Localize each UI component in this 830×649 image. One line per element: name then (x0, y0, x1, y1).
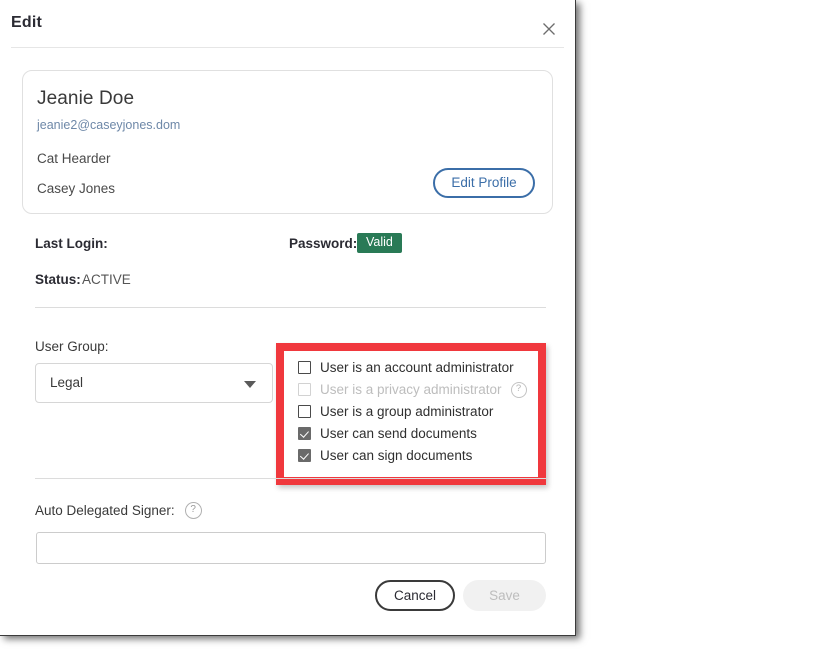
user-group-label: User Group: (35, 339, 109, 354)
password-label: Password: (289, 236, 358, 251)
auto-delegated-signer-input[interactable] (36, 532, 546, 564)
checkbox-group-administrator[interactable] (298, 405, 311, 418)
list-item-label: User is a privacy administrator (320, 382, 502, 397)
list-item: User is a privacy administrator ? (298, 379, 534, 400)
edit-user-dialog: Edit Jeanie Doe jeanie2@caseyjones.dom C… (0, 0, 576, 636)
status-value: ACTIVE (82, 272, 131, 287)
cancel-button[interactable]: Cancel (375, 580, 455, 611)
save-button: Save (463, 580, 546, 611)
auto-delegated-signer-row: Auto Delegated Signer: ? (35, 502, 202, 519)
list-item-label: User is a group administrator (320, 404, 494, 419)
list-item-label: User is an account administrator (320, 360, 514, 375)
page-title: Edit (11, 14, 43, 31)
profile-card: Jeanie Doe jeanie2@caseyjones.dom Cat He… (22, 70, 553, 214)
profile-name: Jeanie Doe (37, 88, 135, 109)
edit-profile-button[interactable]: Edit Profile (433, 168, 535, 198)
list-item[interactable]: User is a group administrator (298, 401, 534, 422)
list-item[interactable]: User can send documents (298, 423, 534, 444)
status-label: Status: (35, 272, 81, 287)
list-item[interactable]: User is an account administrator (298, 357, 534, 378)
profile-company: Casey Jones (37, 181, 116, 196)
permissions-list: User is an account administrator User is… (298, 357, 534, 467)
section-divider-bottom (35, 478, 546, 479)
close-icon[interactable] (539, 19, 559, 39)
help-circle-icon[interactable]: ? (510, 381, 527, 398)
profile-role: Cat Hearder (37, 151, 111, 166)
header-divider (11, 47, 564, 48)
help-circle-icon[interactable]: ? (184, 502, 202, 519)
profile-email-link[interactable]: jeanie2@caseyjones.dom (37, 118, 180, 132)
checkbox-can-send-documents[interactable] (298, 427, 311, 440)
dialog-header: Edit (0, 0, 575, 48)
checkbox-account-administrator[interactable] (298, 361, 311, 374)
chevron-down-icon (244, 381, 256, 388)
checkbox-privacy-administrator (298, 383, 311, 396)
checkbox-can-sign-documents[interactable] (298, 449, 311, 462)
list-item[interactable]: User can sign documents (298, 445, 534, 466)
list-item-label: User can send documents (320, 426, 477, 441)
permissions-highlight-box: User is an account administrator User is… (276, 343, 546, 485)
list-item-label: User can sign documents (320, 448, 473, 463)
user-group-select[interactable]: Legal (35, 363, 273, 403)
user-group-selected-value: Legal (50, 375, 84, 390)
section-divider-top (35, 307, 546, 308)
auto-delegated-signer-label: Auto Delegated Signer: (35, 503, 175, 518)
password-status-badge: Valid (357, 233, 402, 253)
last-login-label: Last Login: (35, 236, 108, 251)
